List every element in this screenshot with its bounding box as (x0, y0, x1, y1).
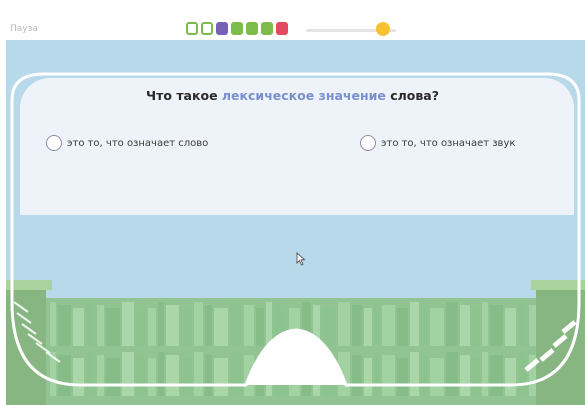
answer-option-2-label: это то, что означает звук (381, 137, 516, 149)
answer-option-2[interactable]: это то, что означает звук (360, 133, 515, 153)
progress-step (261, 22, 273, 35)
radio-button-icon[interactable] (360, 135, 376, 151)
radio-button-icon[interactable] (46, 135, 62, 151)
answer-option-1[interactable]: это то, что означает слово (46, 133, 208, 153)
progress-step (186, 22, 198, 35)
progress-step (231, 22, 243, 35)
mouse-pointer-icon (296, 252, 306, 266)
question-text: Что такое лексическое значение слова? (0, 88, 585, 103)
top-bar: Пауза (0, 0, 585, 40)
progress-step (246, 22, 258, 35)
question-before: Что такое (146, 88, 222, 103)
progress-marker-icon (376, 22, 390, 36)
progress-step (216, 22, 228, 35)
answer-option-1-label: это то, что означает слово (67, 137, 209, 149)
pause-button[interactable]: Пауза (10, 24, 38, 34)
question-after: слова? (385, 88, 439, 103)
progress-step (201, 22, 213, 35)
progress-step (276, 22, 288, 35)
question-highlight: лексическое значение (221, 88, 386, 103)
